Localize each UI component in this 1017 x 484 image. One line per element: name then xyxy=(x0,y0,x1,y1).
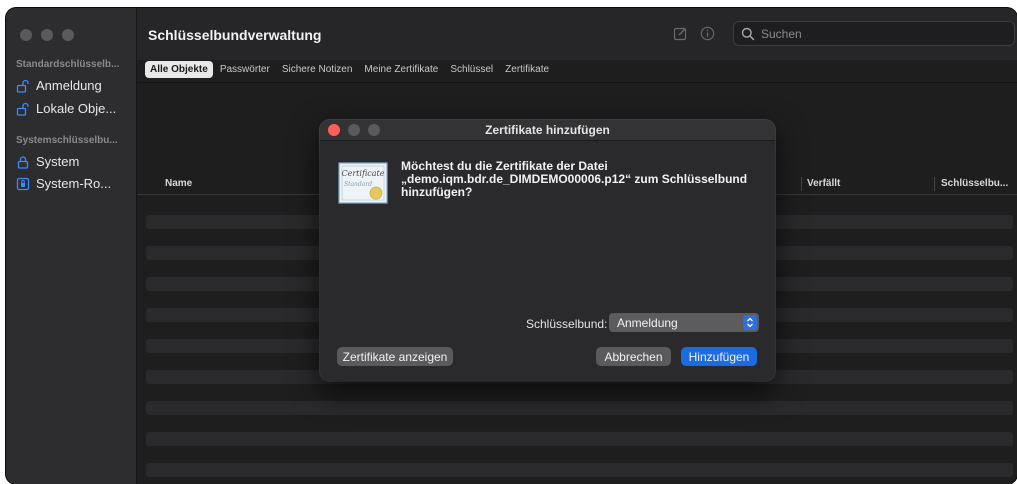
cancel-button[interactable]: Abbrechen xyxy=(596,347,671,366)
dialog-title: Zertifikate hinzufügen xyxy=(485,123,610,137)
certificate-icon: Certificate Standard xyxy=(338,162,388,204)
tab-passwoerter[interactable]: Passwörter xyxy=(215,61,275,78)
tab-zertifikate[interactable]: Zertifikate xyxy=(500,61,554,78)
keychain-label: Schlüsselbund: xyxy=(526,317,608,331)
compose-icon[interactable] xyxy=(673,26,688,41)
column-separator xyxy=(934,177,935,191)
window-title: Schlüsselbundverwaltung xyxy=(148,27,322,43)
sidebar-item-label: System-Ro... xyxy=(36,176,112,191)
minimize-button[interactable] xyxy=(41,29,53,41)
info-icon[interactable] xyxy=(700,26,715,41)
certificate-icon-title: Certificate xyxy=(342,169,385,178)
add-button[interactable]: Hinzufügen xyxy=(681,347,757,366)
sidebar-section-system-keychains: Systemschlüsselbu... xyxy=(16,135,118,146)
unlocked-padlock-icon xyxy=(16,102,29,116)
add-certificates-dialog: Zertifikate hinzufügen Certificate Stand… xyxy=(320,120,775,381)
unlocked-padlock-icon xyxy=(16,79,29,93)
dialog-message-line: hinzufügen? xyxy=(401,185,473,199)
close-button[interactable] xyxy=(20,29,32,41)
table-row xyxy=(146,401,1013,415)
sidebar-item-anmeldung[interactable]: Anmeldung xyxy=(16,78,102,93)
sidebar-item-label: Lokale Obje... xyxy=(36,101,117,116)
column-header-verfaellt[interactable]: Verfällt xyxy=(807,178,840,189)
sidebar-item-system[interactable]: System xyxy=(16,154,79,169)
column-header-schluesselbund[interactable]: Schlüsselbu... xyxy=(941,178,1008,189)
locked-padlock-icon xyxy=(17,155,29,169)
sidebar-item-lokale-objekte[interactable]: Lokale Obje... xyxy=(16,101,116,116)
popup-chevron-icon xyxy=(743,315,757,330)
keychain-select-value: Anmeldung xyxy=(617,316,678,330)
tab-sichere-notizen[interactable]: Sichere Notizen xyxy=(277,61,358,78)
tab-alle-objekte[interactable]: Alle Objekte xyxy=(145,61,213,78)
sidebar: Standardschlüsselb... Anmeldung Lokale O… xyxy=(6,8,137,484)
dialog-titlebar: Zertifikate hinzufügen xyxy=(320,120,775,141)
tab-schluessel[interactable]: Schlüssel xyxy=(445,61,498,78)
keychain-select[interactable]: Anmeldung xyxy=(609,313,759,332)
show-certificates-button[interactable]: Zertifikate anzeigen xyxy=(337,347,453,366)
category-tabs: Alle Objekte Passwörter Sichere Notizen … xyxy=(145,61,554,78)
sidebar-item-label: Anmeldung xyxy=(36,78,102,93)
search-placeholder: Suchen xyxy=(761,26,802,41)
zoom-button[interactable] xyxy=(62,29,74,41)
window-controls xyxy=(20,29,74,41)
sidebar-item-system-roots[interactable]: System-Ro... xyxy=(16,176,111,191)
dialog-message: Möchtest du die Zertifikate der Datei „d… xyxy=(401,160,761,199)
table-row xyxy=(146,463,1013,477)
sidebar-section-default-keychains: Standardschlüsselb... xyxy=(16,59,120,70)
table-row xyxy=(146,432,1013,446)
column-separator xyxy=(801,177,802,191)
divider xyxy=(137,82,1017,83)
tab-meine-zertifikate[interactable]: Meine Zertifikate xyxy=(359,61,443,78)
locked-safe-icon xyxy=(16,177,30,190)
column-header-name[interactable]: Name xyxy=(165,178,192,189)
search-field[interactable]: Suchen xyxy=(733,21,1015,46)
certificate-icon-subtitle: Standard xyxy=(344,181,372,188)
toolbar: Schlüsselbundverwaltung Suchen xyxy=(137,8,1017,60)
sidebar-item-label: System xyxy=(36,154,80,169)
search-icon xyxy=(741,27,755,40)
